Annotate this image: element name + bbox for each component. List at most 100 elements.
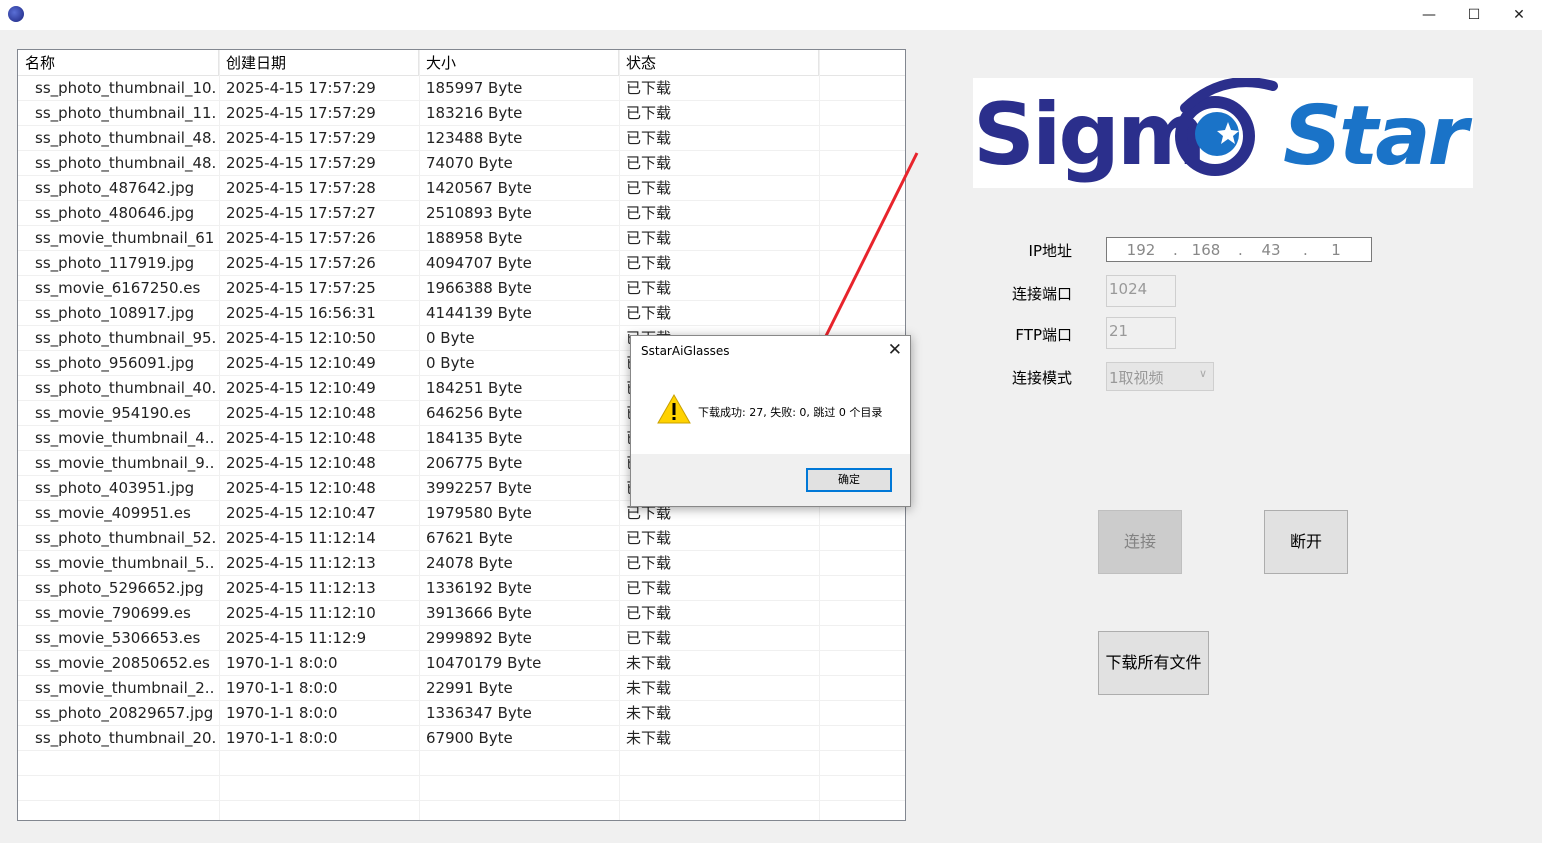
cell-size: 4144139 Byte — [426, 304, 532, 322]
cell-name: ss_photo_thumbnail_95... — [35, 329, 215, 347]
cell-created: 2025-4-15 12:10:50 — [226, 329, 376, 347]
file-list-header: 名称 创建日期 大小 状态 — [18, 50, 905, 76]
cell-name: ss_photo_thumbnail_20... — [35, 729, 215, 747]
table-row[interactable]: ss_movie_6167250.es 2025-4-15 17:57:25 196… — [18, 276, 905, 301]
ip-octet-3[interactable]: 43 — [1251, 241, 1291, 259]
cell-status: 未下载 — [626, 729, 672, 747]
cell-size: 3913666 Byte — [426, 604, 532, 622]
column-status[interactable]: 状态 — [619, 50, 819, 76]
ftp-port-input[interactable]: 21 — [1106, 317, 1176, 349]
cell-created: 2025-4-15 11:12:13 — [226, 579, 376, 597]
cell-created: 2025-4-15 17:57:26 — [226, 229, 376, 247]
ftp-port-label: FTP端口 — [1015, 326, 1072, 344]
minimize-icon[interactable]: — — [1406, 0, 1452, 30]
cell-status: 未下载 — [626, 654, 672, 672]
cell-name: ss_photo_956091.jpg — [35, 354, 195, 372]
disconnect-button[interactable]: 断开 — [1264, 510, 1348, 574]
cell-created: 2025-4-15 17:57:25 — [226, 279, 376, 297]
table-row[interactable]: ss_photo_thumbnail_52... 2025-4-15 11:12:… — [18, 526, 905, 551]
table-row[interactable]: ss_movie_20850652.es 1970-1-1 8:0:0 104701… — [18, 651, 905, 676]
ip-label: IP地址 — [1028, 242, 1072, 260]
cell-size: 10470179 Byte — [426, 654, 542, 672]
cell-created: 2025-4-15 17:57:29 — [226, 154, 376, 172]
cell-created: 2025-4-15 17:57:26 — [226, 254, 376, 272]
cell-status: 未下载 — [626, 679, 672, 697]
cell-size: 67621 Byte — [426, 529, 513, 547]
cell-size: 74070 Byte — [426, 154, 513, 172]
logo-text-part1: Sigm — [973, 85, 1204, 185]
cell-size: 4094707 Byte — [426, 254, 532, 272]
cell-size: 123488 Byte — [426, 129, 523, 147]
table-row[interactable]: ss_photo_5296652.jpg 2025-4-15 11:12:13 13… — [18, 576, 905, 601]
ip-octet-2[interactable]: 168 — [1186, 241, 1226, 259]
cell-name: ss_photo_403951.jpg — [35, 479, 195, 497]
connect-button[interactable]: 连接 — [1098, 510, 1182, 574]
cell-name: ss_movie_thumbnail_5... — [35, 554, 215, 572]
cell-size: 1336347 Byte — [426, 704, 532, 722]
close-icon[interactable]: ✕ — [1496, 0, 1542, 30]
cell-created: 2025-4-15 11:12:9 — [226, 629, 367, 647]
table-row[interactable]: ss_photo_480646.jpg 2025-4-15 17:57:27 251… — [18, 201, 905, 226]
table-row[interactable] — [18, 751, 905, 776]
cell-status: 已下载 — [626, 179, 672, 197]
mode-select[interactable]: 1取视频 ∨ — [1106, 362, 1214, 391]
cell-name: ss_movie_409951.es — [35, 504, 191, 522]
cell-size: 3992257 Byte — [426, 479, 532, 497]
table-row[interactable] — [18, 776, 905, 801]
cell-created: 1970-1-1 8:0:0 — [226, 729, 338, 747]
ip-octet-1[interactable]: 192 — [1121, 241, 1161, 259]
table-row[interactable]: ss_photo_thumbnail_20... 1970-1-1 8:0:0 67… — [18, 726, 905, 751]
cell-size: 2999892 Byte — [426, 629, 532, 647]
cell-status: 未下载 — [626, 704, 672, 722]
cell-size: 0 Byte — [426, 329, 475, 347]
column-size[interactable]: 大小 — [419, 50, 619, 76]
maximize-icon[interactable]: ☐ — [1451, 0, 1497, 30]
table-row[interactable]: ss_movie_5306653.es 2025-4-15 11:12:9 2999… — [18, 626, 905, 651]
ok-button[interactable]: 确定 — [806, 468, 892, 492]
cell-name: ss_photo_thumbnail_48... — [35, 154, 215, 172]
table-row[interactable] — [18, 801, 905, 820]
cell-size: 1336192 Byte — [426, 579, 532, 597]
download-all-button[interactable]: 下载所有文件 — [1098, 631, 1209, 695]
table-row[interactable]: ss_photo_108917.jpg 2025-4-15 16:56:31 414… — [18, 301, 905, 326]
cell-status: 已下载 — [626, 529, 672, 547]
cell-status: 已下载 — [626, 254, 672, 272]
cell-created: 2025-4-15 12:10:49 — [226, 379, 376, 397]
cell-status: 已下载 — [626, 79, 672, 97]
cell-created: 2025-4-15 16:56:31 — [226, 304, 376, 322]
cell-size: 206775 Byte — [426, 454, 523, 472]
table-row[interactable]: ss_photo_117919.jpg 2025-4-15 17:57:26 409… — [18, 251, 905, 276]
table-row[interactable]: ss_movie_thumbnail_2... 1970-1-1 8:0:0 229… — [18, 676, 905, 701]
ip-octet-4[interactable]: 1 — [1316, 241, 1356, 259]
message-dialog: SstarAiGlasses ✕ 下载成功: 27, 失败: 0, 跳过 0 个… — [630, 335, 911, 507]
table-row[interactable]: ss_movie_790699.es 2025-4-15 11:12:10 3913… — [18, 601, 905, 626]
table-row[interactable]: ss_photo_487642.jpg 2025-4-15 17:57:28 142… — [18, 176, 905, 201]
dialog-message: 下载成功: 27, 失败: 0, 跳过 0 个目录 — [698, 406, 883, 419]
cell-size: 188958 Byte — [426, 229, 523, 247]
table-row[interactable]: ss_photo_thumbnail_48... 2025-4-15 17:57:… — [18, 151, 905, 176]
cell-status: 已下载 — [626, 629, 672, 647]
cell-size: 183216 Byte — [426, 104, 523, 122]
table-row[interactable]: ss_photo_thumbnail_48... 2025-4-15 17:57:… — [18, 126, 905, 151]
table-row[interactable]: ss_movie_thumbnail_5... 2025-4-15 11:12:1… — [18, 551, 905, 576]
table-row[interactable]: ss_photo_20829657.jpg 1970-1-1 8:0:0 13363… — [18, 701, 905, 726]
port-label: 连接端口 — [1011, 285, 1072, 303]
cell-name: ss_movie_954190.es — [35, 404, 191, 422]
mode-select-value: 1取视频 — [1109, 369, 1164, 387]
port-input[interactable]: 1024 — [1106, 275, 1176, 307]
cell-name: ss_photo_487642.jpg — [35, 179, 195, 197]
dialog-close-icon[interactable]: ✕ — [888, 340, 902, 360]
cell-created: 1970-1-1 8:0:0 — [226, 679, 338, 697]
title-bar: — ☐ ✕ — [0, 0, 1542, 30]
table-row[interactable]: ss_photo_thumbnail_10... 2025-4-15 17:57:… — [18, 76, 905, 101]
cell-name: ss_photo_108917.jpg — [35, 304, 195, 322]
dialog-title-bar: SstarAiGlasses ✕ — [631, 336, 910, 366]
cell-status: 已下载 — [626, 154, 672, 172]
table-row[interactable]: ss_movie_thumbnail_61... 2025-4-15 17:57:… — [18, 226, 905, 251]
column-created[interactable]: 创建日期 — [219, 50, 419, 76]
column-name[interactable]: 名称 — [18, 50, 219, 76]
cell-created: 2025-4-15 12:10:49 — [226, 354, 376, 372]
ip-address-input[interactable]: 192 . 168 . 43 . 1 — [1106, 237, 1372, 262]
cell-size: 185997 Byte — [426, 79, 523, 97]
table-row[interactable]: ss_photo_thumbnail_11... 2025-4-15 17:57:… — [18, 101, 905, 126]
